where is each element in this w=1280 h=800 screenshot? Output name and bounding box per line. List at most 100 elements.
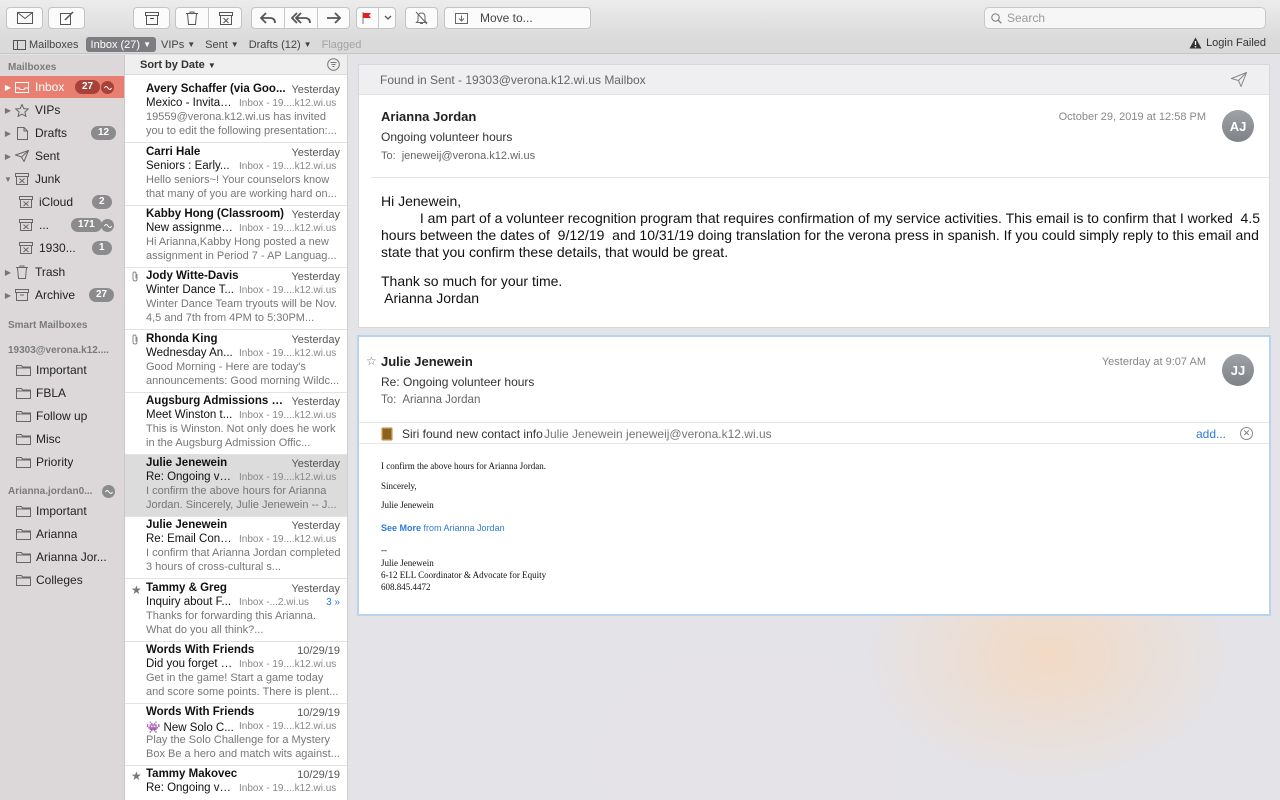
contact-card-icon <box>381 427 393 441</box>
star-icon[interactable]: ☆ <box>366 354 377 368</box>
get-mail-button[interactable] <box>6 7 43 29</box>
sort-by-date-button[interactable]: Sort by Date ▼ <box>140 59 216 71</box>
disclosure-triangle-icon[interactable]: ▶ <box>3 129 13 138</box>
message-card-reply[interactable]: ☆ Julie Jenewein Re: Ongoing volunteer h… <box>359 337 1269 614</box>
message-row[interactable]: ★ Tammy Makovec 10/29/19 Re: Ongoing vol… <box>125 766 347 800</box>
message-row[interactable]: Rhonda King Yesterday Wednesday An... In… <box>125 331 347 393</box>
archive-button[interactable] <box>133 7 170 29</box>
message-row[interactable]: Carri Hale Yesterday Seniors : Early... … <box>125 144 347 206</box>
sidebar-folder-important[interactable]: Important <box>0 359 124 381</box>
sidebar-item-drafts[interactable]: ▶ Drafts 12 <box>0 122 124 144</box>
fav-inbox[interactable]: Inbox (27) ▼ <box>85 37 156 52</box>
sidebar-item-label: Arianna Jor... <box>36 550 107 564</box>
account1-heading: 19303@verona.k12.... <box>8 345 109 356</box>
sidebar-item-junk-1930[interactable]: 1930... 1 <box>0 237 124 259</box>
message-row[interactable]: Julie Jenewein Yesterday Re: Email Confi… <box>125 517 347 579</box>
message-date: Yesterday <box>291 271 340 283</box>
sidebar-item-label: Inbox <box>35 80 65 94</box>
reading-pane: Found in Sent - 19303@verona.k12.wi.us M… <box>349 55 1280 800</box>
message-mailbox: Inbox - 19....k12.wi.us <box>239 348 337 359</box>
message-row[interactable]: Words With Friends 10/29/19 👾 New Solo C… <box>125 704 347 766</box>
message-to[interactable]: Arianna Jordan <box>402 394 480 406</box>
message-mailbox: Inbox - 19....k12.wi.us <box>239 472 337 483</box>
sidebar-item-label: Priority <box>36 455 74 469</box>
sort-label: Sort by Date <box>140 59 205 71</box>
flag-menu-button[interactable] <box>379 8 396 28</box>
thread-count[interactable]: 3 » <box>326 597 340 608</box>
mute-button[interactable] <box>405 7 438 29</box>
junk-button[interactable] <box>209 8 242 28</box>
to-label: To: <box>381 150 396 162</box>
junk-icon <box>13 173 31 185</box>
message-row[interactable]: Augsburg Admissions Te... Yesterday Meet… <box>125 393 347 455</box>
disclosure-triangle-icon[interactable]: ▶ <box>3 268 13 277</box>
reply-all-button[interactable] <box>285 8 317 28</box>
fav-flagged[interactable]: Flagged <box>317 37 367 52</box>
sidebar-item-vips[interactable]: ▶ VIPs <box>0 99 124 121</box>
sidebar-item-junk[interactable]: ▼ Junk <box>0 168 124 190</box>
siri-add-button[interactable]: add... <box>1196 427 1226 441</box>
sidebar-item-label: Trash <box>35 265 66 279</box>
delete-button[interactable] <box>175 8 208 28</box>
sidebar-item-sent[interactable]: ▶ Sent <box>0 145 124 167</box>
message-subject: Meet Winston t... <box>146 409 233 421</box>
move-to-button[interactable]: Move to... <box>444 7 591 29</box>
see-more-link[interactable]: See More from Arianna Jordan <box>381 523 505 533</box>
chevron-down-icon: ▼ <box>303 40 312 49</box>
message-row[interactable]: Avery Schaffer (via Goo... Yesterday Mex… <box>125 81 347 143</box>
sidebar-item-junk-icloud[interactable]: iCloud 2 <box>0 191 124 213</box>
message-card-original[interactable]: Found in Sent - 19303@verona.k12.wi.us M… <box>359 65 1269 327</box>
folder-icon <box>14 456 32 468</box>
sidebar-folder-follow-up[interactable]: Follow up <box>0 405 124 427</box>
paper-plane-icon[interactable] <box>1231 72 1247 87</box>
message-from[interactable]: Arianna Jordan <box>381 109 476 124</box>
message-to[interactable]: jeneweij@verona.k12.wi.us <box>402 150 535 162</box>
compose-button[interactable] <box>48 7 85 29</box>
disclosure-triangle-icon[interactable]: ▶ <box>3 152 13 161</box>
search-input[interactable] <box>1007 11 1247 25</box>
message-row[interactable]: Kabby Hong (Classroom) Yesterday New ass… <box>125 206 347 268</box>
flag-button[interactable] <box>356 8 378 28</box>
filter-icon[interactable] <box>327 58 340 71</box>
sidebar-folder-colleges[interactable]: Colleges <box>0 569 124 591</box>
disclosure-triangle-icon[interactable]: ▶ <box>3 291 13 300</box>
close-icon[interactable]: ✕ <box>1240 427 1253 440</box>
sidebar-folder-fbla[interactable]: FBLA <box>0 382 124 404</box>
message-preview: I confirm that Arianna Jordan completed … <box>146 547 341 573</box>
message-row[interactable]: Jody Witte-Davis Yesterday Winter Dance … <box>125 268 347 330</box>
fav-drafts[interactable]: Drafts (12) ▼ <box>244 37 317 52</box>
message-preview: Winter Dance Team tryouts will be Nov. 4… <box>146 298 337 324</box>
search-field[interactable] <box>984 7 1266 29</box>
sidebar-folder-priority[interactable]: Priority <box>0 451 124 473</box>
archive-icon <box>13 289 31 301</box>
message-row-selected[interactable]: Julie Jenewein Yesterday Re: Ongoing vol… <box>125 455 347 517</box>
disclosure-triangle-icon[interactable]: ▼ <box>3 175 13 184</box>
message-sender: Julie Jenewein <box>146 519 228 531</box>
fav-vips[interactable]: VIPs ▼ <box>156 37 200 52</box>
sidebar-item-inbox[interactable]: ▶ Inbox 27 <box>0 76 124 98</box>
message-row[interactable]: Words With Friends 10/29/19 Did you forg… <box>125 642 347 704</box>
message-date: October 29, 2019 at 12:58 PM <box>1058 111 1206 123</box>
login-failed-status[interactable]: Login Failed <box>1189 37 1266 49</box>
message-mailbox: Inbox - 19....k12.wi.us <box>239 721 337 732</box>
sidebar-item-archive[interactable]: ▶ Archive 27 <box>0 284 124 306</box>
disclosure-triangle-icon[interactable]: ▶ <box>3 83 13 92</box>
sidebar-item-junk-account[interactable]: ... 171 <box>0 214 124 236</box>
body-greeting: Hi Jenewein, <box>381 193 462 209</box>
reply-button[interactable] <box>251 8 284 28</box>
sidebar-folder-misc[interactable]: Misc <box>0 428 124 450</box>
forward-button[interactable] <box>318 8 350 28</box>
sidebar-item-trash[interactable]: ▶ Trash <box>0 261 124 283</box>
star-icon <box>13 103 31 117</box>
disclosure-triangle-icon[interactable]: ▶ <box>3 106 13 115</box>
message-date: Yesterday <box>291 334 340 346</box>
sidebar-folder-arianna[interactable]: Arianna <box>0 523 124 545</box>
count-badge: 1 <box>92 241 112 255</box>
sidebar-folder-important-2[interactable]: Important <box>0 500 124 522</box>
message-row[interactable]: ★ Tammy & Greg Yesterday Inquiry about F… <box>125 580 347 642</box>
message-from[interactable]: Julie Jenewein <box>381 354 473 369</box>
siri-text: Siri found new contact info <box>402 427 543 441</box>
fav-mailboxes[interactable]: Mailboxes <box>8 37 84 52</box>
fav-sent[interactable]: Sent ▼ <box>200 37 244 52</box>
sidebar-folder-arianna-jordan[interactable]: Arianna Jor... <box>0 546 124 568</box>
